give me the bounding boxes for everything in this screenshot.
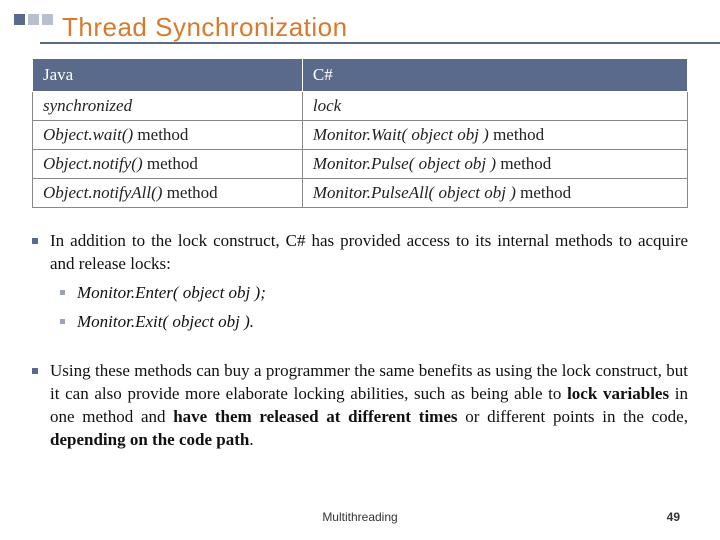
sub-bullet-text: Monitor.Enter( object obj );: [77, 282, 688, 305]
sub-bullets: Monitor.Enter( object obj ); Monitor.Exi…: [60, 282, 688, 334]
bullet-text: Using these methods can buy a programmer…: [50, 360, 688, 452]
corner-squares: [14, 14, 53, 25]
table-cell: synchronized: [33, 92, 303, 121]
table-cell: lock: [302, 92, 687, 121]
sub-bullet-2: Monitor.Exit( object obj ).: [60, 311, 688, 334]
table-cell: Object.wait() method: [33, 121, 303, 150]
body-text: In addition to the lock construct, C# ha…: [32, 230, 688, 452]
square-icon: [42, 14, 53, 25]
footer: Multithreading 49: [0, 510, 720, 524]
table-cell: Monitor.Pulse( object obj ) method: [302, 150, 687, 179]
table-header-row: Java C#: [33, 59, 688, 92]
table-cell: Monitor.Wait( object obj ) method: [302, 121, 687, 150]
square-icon: [28, 14, 39, 25]
bullet-icon: [60, 290, 65, 295]
footer-topic: Multithreading: [0, 510, 720, 524]
table-row: Object.notify() method Monitor.Pulse( ob…: [33, 150, 688, 179]
bullet-icon: [60, 319, 65, 324]
title-underline: [40, 42, 720, 44]
table-cell: Monitor.PulseAll( object obj ) method: [302, 179, 687, 208]
comparison-table: Java C# synchronized lock Object.wait() …: [32, 58, 688, 208]
bullet-1: In addition to the lock construct, C# ha…: [32, 230, 688, 276]
bullet-text: In addition to the lock construct, C# ha…: [50, 230, 688, 276]
slide-title-wrap: Thread Synchronization: [62, 12, 720, 43]
square-icon: [14, 14, 25, 25]
sub-bullet-1: Monitor.Enter( object obj );: [60, 282, 688, 305]
table-row: Object.notifyAll() method Monitor.PulseA…: [33, 179, 688, 208]
table-header: C#: [302, 59, 687, 92]
table-cell: Object.notify() method: [33, 150, 303, 179]
table-header: Java: [33, 59, 303, 92]
sub-bullet-text: Monitor.Exit( object obj ).: [77, 311, 688, 334]
page-number: 49: [667, 510, 680, 524]
slide-content: Java C# synchronized lock Object.wait() …: [32, 58, 688, 458]
slide-title: Thread Synchronization: [62, 12, 720, 43]
table-row: Object.wait() method Monitor.Wait( objec…: [33, 121, 688, 150]
table-row: synchronized lock: [33, 92, 688, 121]
table-cell: Object.notifyAll() method: [33, 179, 303, 208]
bullet-icon: [32, 368, 38, 374]
bullet-2: Using these methods can buy a programmer…: [32, 360, 688, 452]
bullet-icon: [32, 238, 38, 244]
